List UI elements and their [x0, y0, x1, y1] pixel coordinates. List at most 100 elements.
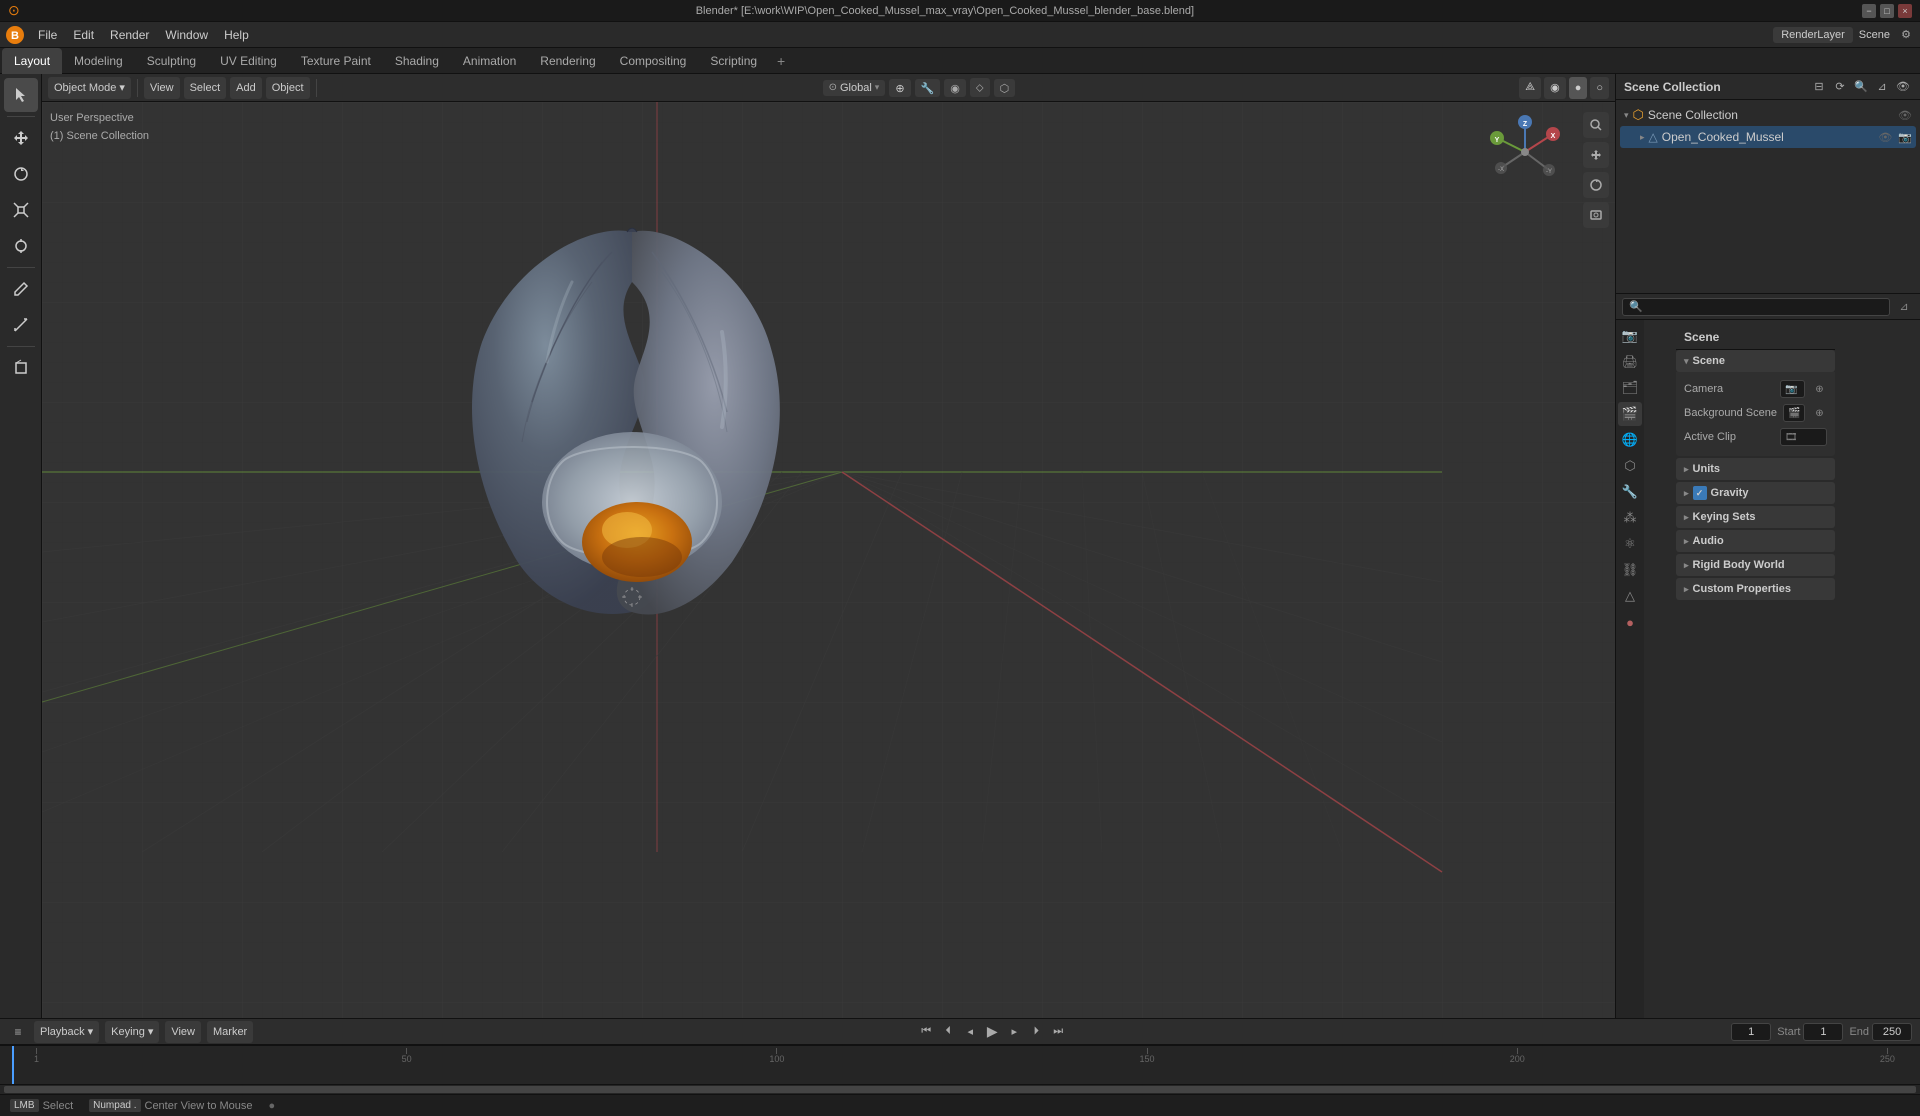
- object-render-vis[interactable]: 📷: [1898, 131, 1912, 144]
- viewport[interactable]: Object Mode ▾ View Select Add Object ⊙ G…: [42, 74, 1615, 1018]
- tool-annotate[interactable]: [4, 272, 38, 306]
- outliner-mussel-object[interactable]: ▸ △ Open_Cooked_Mussel 👁 📷: [1620, 126, 1916, 148]
- outliner-filter-icon[interactable]: ⊟: [1810, 78, 1828, 96]
- select-menu[interactable]: Select: [184, 77, 227, 99]
- prop-material-icon[interactable]: ●: [1618, 610, 1642, 634]
- pb-prev-keyframe[interactable]: ⏴: [938, 1022, 958, 1042]
- pb-play[interactable]: ▶: [982, 1022, 1002, 1042]
- scene-selector[interactable]: Scene: [1859, 29, 1890, 41]
- menu-file[interactable]: File: [30, 26, 65, 44]
- menu-edit[interactable]: Edit: [65, 26, 102, 44]
- options-button[interactable]: ⚙: [1896, 25, 1916, 45]
- tab-animation[interactable]: Animation: [451, 48, 528, 74]
- end-frame-input[interactable]: 250: [1872, 1023, 1912, 1041]
- playback-menu[interactable]: Playback ▾: [34, 1021, 99, 1043]
- viewport-canvas[interactable]: User Perspective (1) Scene Collection X …: [42, 102, 1615, 1018]
- viewport-mode[interactable]: ⊙ Global ▾: [823, 80, 886, 96]
- prop-scene-icon[interactable]: 🎬: [1618, 402, 1642, 426]
- tab-layout[interactable]: Layout: [2, 48, 62, 74]
- keying-menu[interactable]: Keying ▾: [105, 1021, 159, 1043]
- start-frame-input[interactable]: 1: [1803, 1023, 1843, 1041]
- menu-render[interactable]: Render: [102, 26, 157, 44]
- camera-field[interactable]: 📷: [1780, 380, 1805, 398]
- prop-output-icon[interactable]: 🖨: [1618, 350, 1642, 374]
- marker-menu[interactable]: Marker: [207, 1021, 253, 1043]
- prop-section-audio-header[interactable]: ▸ Audio: [1676, 530, 1835, 552]
- tab-compositing[interactable]: Compositing: [608, 48, 699, 74]
- outliner-search-icon[interactable]: 🔍: [1852, 78, 1870, 96]
- timeline-scroll[interactable]: [0, 1084, 1920, 1094]
- tab-shading[interactable]: Shading: [383, 48, 451, 74]
- outliner-filter-btn[interactable]: ⊿: [1873, 78, 1891, 96]
- camera-view-icon[interactable]: [1583, 202, 1609, 228]
- pb-jump-start[interactable]: ⏮: [916, 1022, 936, 1042]
- add-menu[interactable]: Add: [230, 77, 262, 99]
- prop-section-scene-header[interactable]: ▾ Scene: [1676, 350, 1835, 372]
- prop-render-icon[interactable]: 📷: [1618, 324, 1642, 348]
- view-pan-icon[interactable]: [1583, 142, 1609, 168]
- solid-view[interactable]: ●: [1569, 77, 1588, 99]
- material-preview[interactable]: ◉: [1544, 77, 1566, 99]
- tool-rotate[interactable]: [4, 157, 38, 191]
- view-menu-timeline[interactable]: View: [165, 1021, 201, 1043]
- object-visibility[interactable]: 👁: [1878, 131, 1892, 144]
- view-rotate-icon[interactable]: [1583, 172, 1609, 198]
- prop-section-units-header[interactable]: ▸ Units: [1676, 458, 1835, 480]
- minimize-button[interactable]: −: [1862, 4, 1876, 18]
- close-button[interactable]: ×: [1898, 4, 1912, 18]
- tab-uv-editing[interactable]: UV Editing: [208, 48, 289, 74]
- tab-sculpting[interactable]: Sculpting: [135, 48, 208, 74]
- object-mode-selector[interactable]: Object Mode ▾: [48, 77, 131, 99]
- view-zoom-icon[interactable]: [1583, 112, 1609, 138]
- prop-modifier-icon[interactable]: 🔧: [1618, 480, 1642, 504]
- render-preview[interactable]: ⟁: [1519, 77, 1541, 99]
- wireframe-view[interactable]: ○: [1590, 77, 1609, 99]
- current-frame-input[interactable]: 1: [1731, 1023, 1771, 1041]
- prop-physics-icon[interactable]: ⚛: [1618, 532, 1642, 556]
- tool-add-cube[interactable]: [4, 351, 38, 385]
- pivot-point[interactable]: ⊕: [889, 79, 910, 97]
- menu-window[interactable]: Window: [157, 26, 216, 44]
- tool-measure[interactable]: [4, 308, 38, 342]
- render-engine-selector[interactable]: RenderLayer: [1773, 27, 1853, 43]
- tool-scale[interactable]: [4, 193, 38, 227]
- add-workspace-button[interactable]: +: [769, 50, 793, 72]
- collection-visibility[interactable]: 👁: [1898, 109, 1912, 122]
- prop-constraints-icon[interactable]: ⛓: [1618, 558, 1642, 582]
- navigation-gizmo[interactable]: X -X Y -Y Z: [1485, 112, 1565, 192]
- prop-data-icon[interactable]: △: [1618, 584, 1642, 608]
- tab-scripting[interactable]: Scripting: [698, 48, 769, 74]
- prop-object-icon[interactable]: ⬡: [1618, 454, 1642, 478]
- active-clip-field[interactable]: 🎞: [1780, 428, 1827, 446]
- properties-filter-btn[interactable]: ⊿: [1894, 297, 1914, 317]
- tool-move[interactable]: [4, 121, 38, 155]
- menu-help[interactable]: Help: [216, 26, 257, 44]
- view-menu[interactable]: View: [144, 77, 180, 99]
- prop-section-rigid-body-header[interactable]: ▸ Rigid Body World: [1676, 554, 1835, 576]
- prop-view-layer-icon[interactable]: 🗂: [1618, 376, 1642, 400]
- maximize-button[interactable]: □: [1880, 4, 1894, 18]
- show-overlays[interactable]: ⬡: [994, 79, 1016, 97]
- prop-section-gravity-header[interactable]: ▸ ✓ Gravity: [1676, 482, 1835, 504]
- gravity-checkbox[interactable]: ✓: [1693, 486, 1707, 500]
- prop-section-keying-header[interactable]: ▸ Keying Sets: [1676, 506, 1835, 528]
- snap-toggle[interactable]: 🔧: [915, 79, 941, 97]
- timeline-scroll-thumb[interactable]: [4, 1086, 1916, 1093]
- outliner-sync-icon[interactable]: ⟳: [1831, 78, 1849, 96]
- camera-select-btn[interactable]: ⊕: [1811, 381, 1827, 397]
- background-scene-field[interactable]: 🎬: [1783, 404, 1805, 422]
- tab-texture-paint[interactable]: Texture Paint: [289, 48, 383, 74]
- prop-world-icon[interactable]: 🌐: [1618, 428, 1642, 452]
- tab-modeling[interactable]: Modeling: [62, 48, 135, 74]
- pb-next-keyframe[interactable]: ⏵: [1026, 1022, 1046, 1042]
- show-gizmos[interactable]: ⬦: [970, 78, 990, 97]
- tool-transform[interactable]: [4, 229, 38, 263]
- proportional-edit[interactable]: ◉: [944, 79, 966, 97]
- tab-rendering[interactable]: Rendering: [528, 48, 607, 74]
- tool-select[interactable]: [4, 78, 38, 112]
- outliner-vis-btn[interactable]: 👁: [1894, 78, 1912, 96]
- prop-particle-icon[interactable]: ⁂: [1618, 506, 1642, 530]
- prop-section-custom-header[interactable]: ▸ Custom Properties: [1676, 578, 1835, 600]
- timeline-ruler[interactable]: 1 50 100 150 200: [0, 1045, 1920, 1084]
- pb-jump-end[interactable]: ⏭: [1048, 1022, 1068, 1042]
